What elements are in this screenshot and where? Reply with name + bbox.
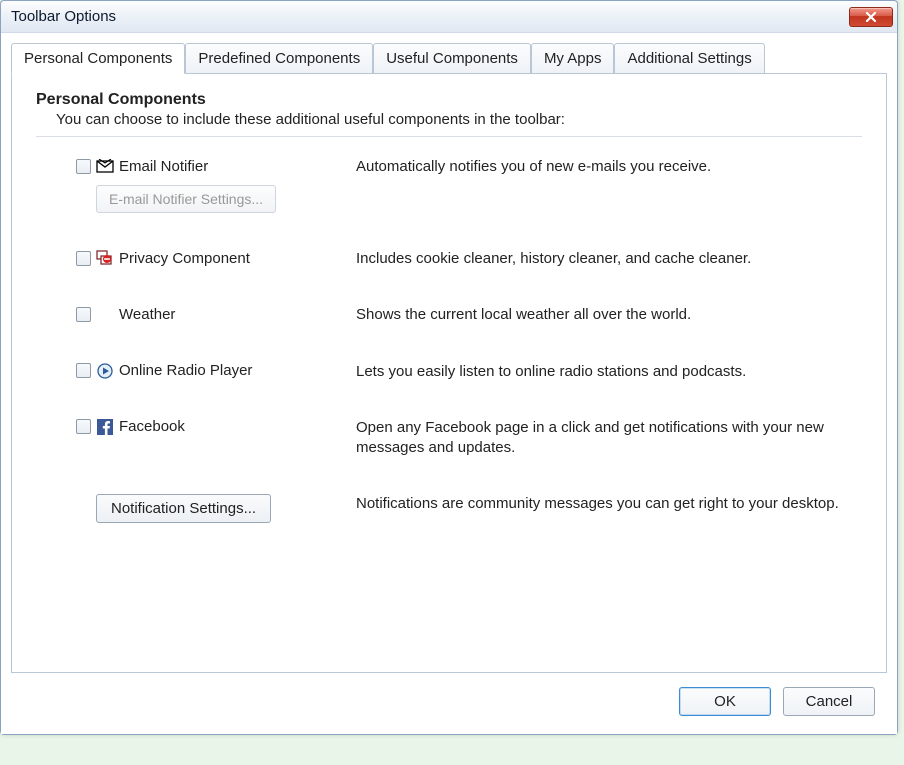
component-label: Email Notifier (119, 158, 208, 175)
section-description: You can choose to include these addition… (56, 111, 862, 128)
component-list: Email Notifier E-mail Notifier Settings.… (36, 157, 862, 458)
component-left: Facebook (76, 418, 356, 436)
checkbox-privacy-component[interactable] (76, 251, 91, 266)
tab-my-apps[interactable]: My Apps (531, 43, 615, 73)
component-left: Privacy Component (76, 249, 356, 267)
titlebar: Toolbar Options (1, 1, 897, 33)
checkbox-email-notifier[interactable] (76, 159, 91, 174)
close-icon (865, 12, 877, 22)
component-description: Lets you easily listen to online radio s… (356, 362, 862, 382)
email-notifier-settings-button[interactable]: E-mail Notifier Settings... (96, 185, 276, 213)
tab-panel: Personal Components You can choose to in… (11, 73, 887, 673)
component-weather: Weather Shows the current local weather … (76, 305, 862, 325)
button-bar: OK Cancel (11, 673, 887, 722)
checkbox-facebook[interactable] (76, 419, 91, 434)
tab-useful-components[interactable]: Useful Components (373, 43, 531, 73)
tab-personal-components[interactable]: Personal Components (11, 43, 185, 74)
component-left: Weather (76, 305, 356, 323)
component-label: Weather (119, 306, 175, 323)
notification-row: Notification Settings... Notifications a… (36, 494, 862, 523)
tabstrip: Personal Components Predefined Component… (11, 42, 887, 74)
component-email-notifier: Email Notifier E-mail Notifier Settings.… (76, 157, 862, 213)
notification-settings-button[interactable]: Notification Settings... (96, 494, 271, 523)
client-area: Personal Components Predefined Component… (1, 33, 897, 734)
component-description: Includes cookie cleaner, history cleaner… (356, 249, 862, 269)
component-facebook: Facebook Open any Facebook page in a cli… (76, 418, 862, 459)
notification-description: Notifications are community messages you… (356, 494, 862, 514)
cancel-button[interactable]: Cancel (783, 687, 875, 716)
facebook-icon (95, 418, 115, 436)
component-online-radio: Online Radio Player Lets you easily list… (76, 362, 862, 382)
checkbox-weather[interactable] (76, 307, 91, 322)
component-label: Privacy Component (119, 250, 250, 267)
divider (36, 136, 862, 137)
dialog-window: Toolbar Options Personal Components Pred… (0, 0, 898, 735)
component-description: Automatically notifies you of new e-mail… (356, 157, 862, 177)
close-button[interactable] (849, 7, 893, 27)
privacy-icon (95, 249, 115, 267)
checkbox-online-radio-player[interactable] (76, 363, 91, 378)
window-title: Toolbar Options (11, 8, 849, 25)
envelope-icon (95, 157, 115, 175)
component-label: Online Radio Player (119, 362, 252, 379)
component-description: Open any Facebook page in a click and ge… (356, 418, 862, 459)
section-title: Personal Components (36, 91, 862, 109)
tab-predefined-components[interactable]: Predefined Components (185, 43, 373, 73)
component-description: Shows the current local weather all over… (356, 305, 862, 325)
component-left: Online Radio Player (76, 362, 356, 380)
component-label: Facebook (119, 418, 185, 435)
ok-button[interactable]: OK (679, 687, 771, 716)
weather-icon-placeholder (95, 305, 115, 323)
component-privacy: Privacy Component Includes cookie cleane… (76, 249, 862, 269)
play-circle-icon (95, 362, 115, 380)
component-left: Email Notifier E-mail Notifier Settings.… (76, 157, 356, 213)
tab-additional-settings[interactable]: Additional Settings (614, 43, 764, 73)
